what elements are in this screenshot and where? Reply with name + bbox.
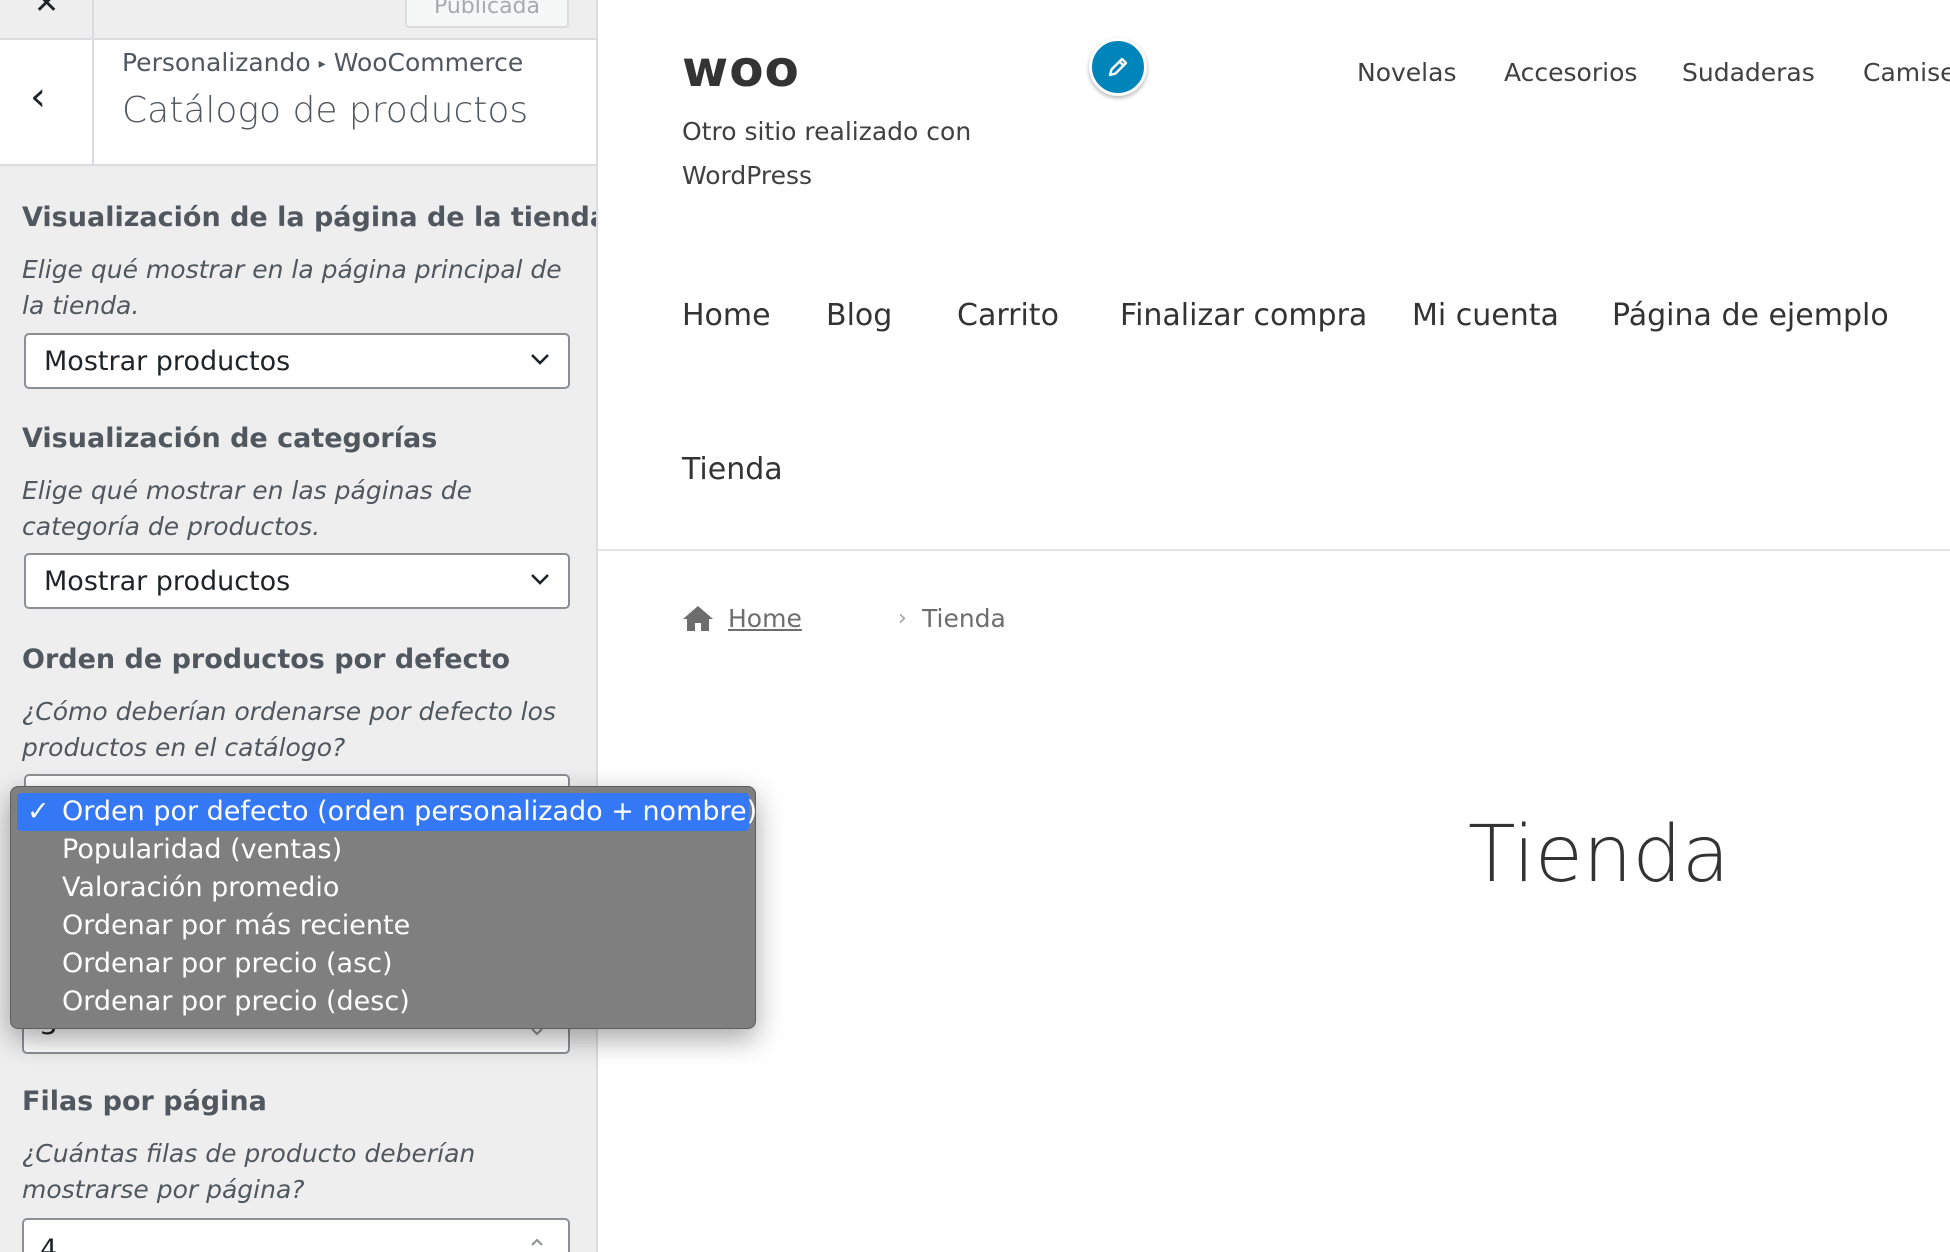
dropdown-option-price-asc[interactable]: Ordenar por precio (asc) xyxy=(17,945,749,983)
breadcrumb-current: Tienda xyxy=(922,604,1006,633)
category-display-title: Visualización de categorías xyxy=(22,423,438,454)
primary-nav-finalizar-compra[interactable]: Finalizar compra xyxy=(1120,298,1367,333)
close-customizer-button[interactable]: ✕ xyxy=(0,0,94,38)
dropdown-option-price-desc[interactable]: Ordenar por precio (desc) xyxy=(17,983,749,1021)
site-preview: woo Otro sitio realizado con WordPress N… xyxy=(598,0,1950,1252)
option-label: Popularidad (ventas) xyxy=(62,834,343,865)
option-label: Ordenar por precio (desc) xyxy=(62,986,410,1017)
shop-display-value: Mostrar productos xyxy=(44,346,291,377)
primary-nav-blog[interactable]: Blog xyxy=(826,298,892,333)
customizer-breadcrumb: Personalizando ▸ WooCommerce xyxy=(122,48,523,77)
breadcrumb-separator: › xyxy=(898,606,907,631)
category-display-value: Mostrar productos xyxy=(44,566,291,597)
option-label: Ordenar por más reciente xyxy=(62,910,411,941)
option-label: Valoración promedio xyxy=(62,872,340,903)
rows-per-page-description: ¿Cuántas filas de producto deberían most… xyxy=(22,1139,476,1204)
section-header: ‹ Personalizando ▸ WooCommerce Catálogo de… xyxy=(0,40,596,166)
chevron-down-icon xyxy=(531,354,549,365)
publish-button[interactable]: Publicada xyxy=(405,0,569,28)
breadcrumb-home-link[interactable]: Home xyxy=(728,604,802,633)
rows-per-page-title: Filas por página xyxy=(22,1086,267,1117)
primary-nav-tienda[interactable]: Tienda xyxy=(682,452,783,487)
customizer-topbar: ✕ Publicada xyxy=(0,0,596,40)
rows-per-page-value: 4 xyxy=(40,1234,58,1252)
breadcrumb-section: WooCommerce xyxy=(333,48,524,77)
edit-shortcut-button[interactable] xyxy=(1089,38,1147,96)
option-label: Orden por defecto (orden personalizado +… xyxy=(62,796,756,827)
page-title: Tienda xyxy=(1468,810,1730,900)
secondary-nav-novelas[interactable]: Novelas xyxy=(1357,58,1456,87)
shop-display-select[interactable]: Mostrar productos xyxy=(24,333,570,389)
shop-display-title: Visualización de la página de la tienda xyxy=(22,202,598,233)
primary-nav-home[interactable]: Home xyxy=(682,298,771,333)
option-label: Ordenar por precio (asc) xyxy=(62,948,393,979)
dropdown-option-rating[interactable]: Valoración promedio xyxy=(17,869,749,907)
chevron-down-icon xyxy=(531,574,549,585)
customizer-panel: ✕ Publicada ‹ Personalizando ▸ WooCommerce… xyxy=(0,0,598,1252)
dropdown-option-popularity[interactable]: Popularidad (ventas) xyxy=(17,831,749,869)
section-title: Catálogo de productos xyxy=(122,90,529,131)
dropdown-option-date[interactable]: Ordenar por más reciente xyxy=(17,907,749,945)
pencil-icon xyxy=(1108,57,1128,77)
secondary-nav-accesorios[interactable]: Accesorios xyxy=(1504,58,1637,87)
default-order-description: ¿Cómo deberían ordenarse por defecto los… xyxy=(22,697,556,762)
stepper-icon[interactable] xyxy=(528,1234,546,1252)
checkmark-icon: ✓ xyxy=(27,796,50,827)
default-order-title: Orden de productos por defecto xyxy=(22,644,510,675)
breadcrumb-separator: ▸ xyxy=(318,56,326,72)
home-icon xyxy=(683,606,713,631)
category-display-description: Elige qué mostrar en las páginas de cate… xyxy=(22,476,473,541)
primary-nav-carrito[interactable]: Carrito xyxy=(957,298,1059,333)
shop-display-description: Elige qué mostrar en la página principal… xyxy=(22,255,562,320)
category-display-select[interactable]: Mostrar productos xyxy=(24,553,570,609)
site-title[interactable]: woo xyxy=(682,40,800,98)
secondary-nav-sudaderas[interactable]: Sudaderas xyxy=(1682,58,1815,87)
rows-per-page-input[interactable]: 4 xyxy=(22,1218,570,1252)
secondary-nav-camisetas[interactable]: Camisetas xyxy=(1863,58,1950,87)
primary-nav-mi-cuenta[interactable]: Mi cuenta xyxy=(1412,298,1559,333)
site-tagline: Otro sitio realizado con WordPress xyxy=(682,117,972,190)
breadcrumb-root: Personalizando xyxy=(122,48,311,77)
primary-nav-pagina-de-ejemplo[interactable]: Página de ejemplo xyxy=(1612,298,1889,333)
back-button[interactable]: ‹ xyxy=(0,40,94,164)
close-icon: ✕ xyxy=(34,0,60,21)
header-divider xyxy=(598,549,1950,551)
default-order-dropdown[interactable]: ✓ Orden por defecto (orden personalizado… xyxy=(10,786,756,1029)
dropdown-option-default[interactable]: ✓ Orden por defecto (orden personalizado… xyxy=(17,793,755,831)
chevron-left-icon: ‹ xyxy=(30,74,46,120)
